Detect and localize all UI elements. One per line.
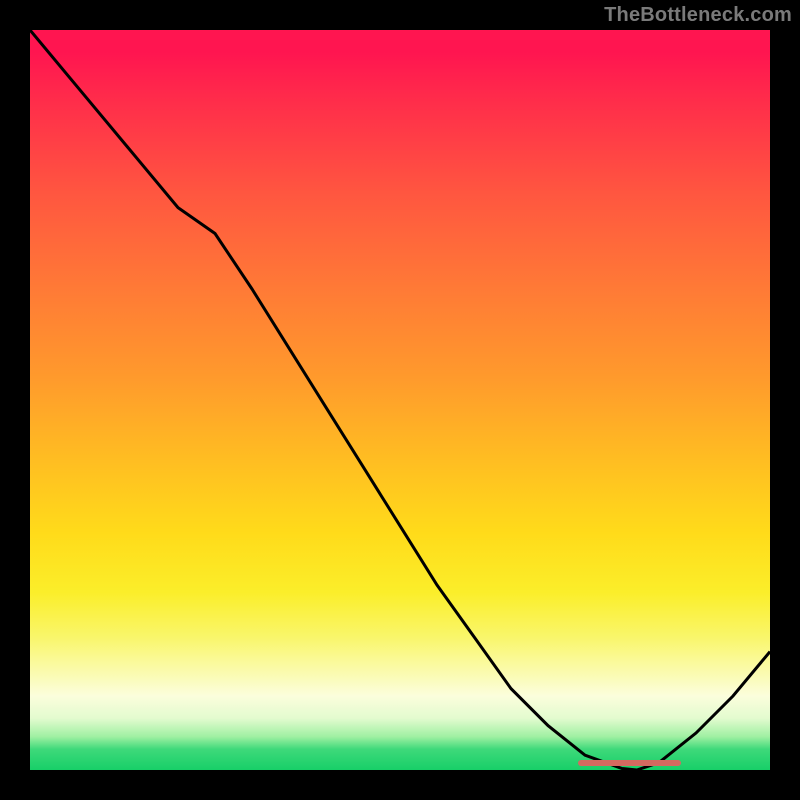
curve-svg	[30, 30, 770, 770]
watermark-text: TheBottleneck.com	[604, 4, 792, 27]
optimal-range-marker	[578, 760, 682, 766]
chart-root: TheBottleneck.com	[0, 0, 800, 800]
plot-area	[30, 30, 770, 770]
bottleneck-curve	[30, 30, 770, 770]
